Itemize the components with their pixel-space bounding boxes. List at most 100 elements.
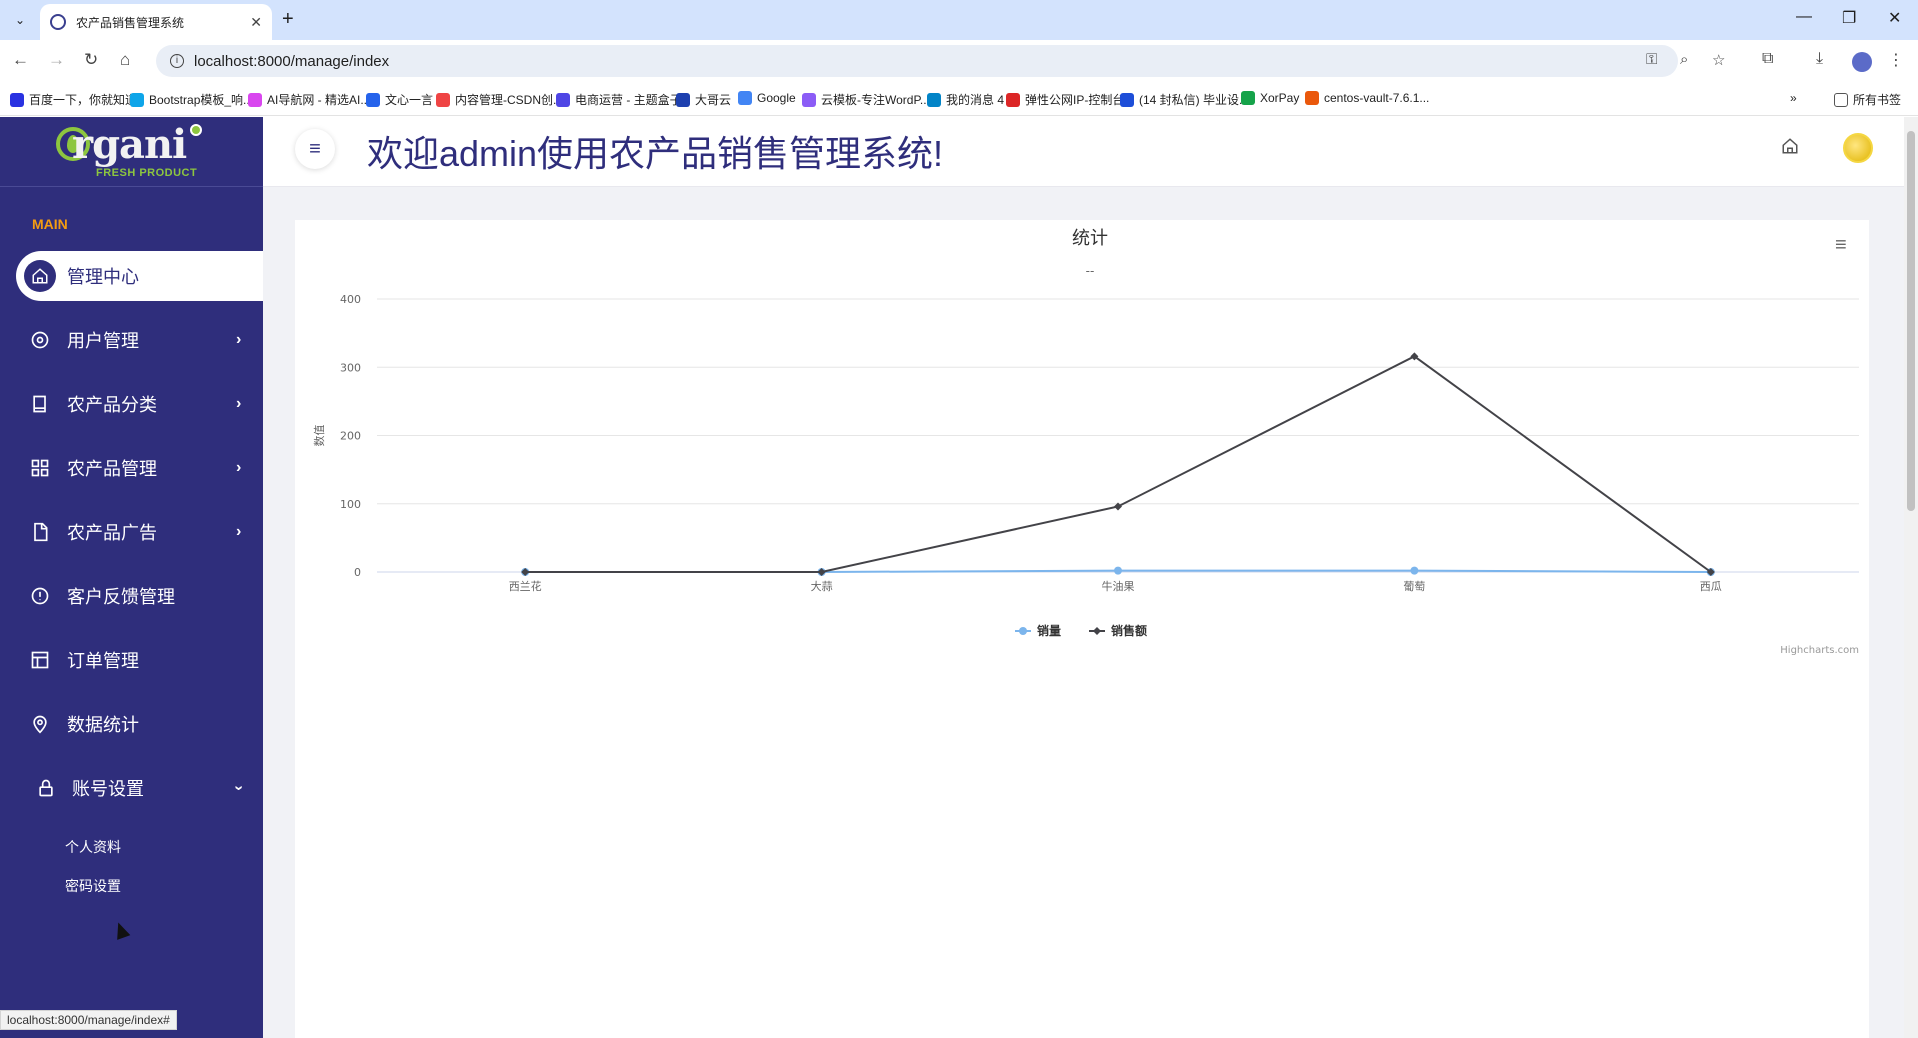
bookmark-favicon-icon	[676, 92, 690, 107]
y-tick-label: 300	[340, 361, 361, 374]
bookmark-item[interactable]: 内容管理-CSDN创...	[436, 91, 563, 108]
x-tick-label: 牛油果	[1102, 579, 1135, 593]
scrollbar-thumb[interactable]	[1907, 131, 1915, 511]
nav-item-users[interactable]: 用户管理 ›	[0, 315, 263, 365]
bookmark-favicon-icon	[248, 92, 262, 107]
reload-icon[interactable]: ↻	[84, 50, 98, 70]
home-icon[interactable]	[1781, 137, 1799, 160]
chevron-down-icon: ›	[230, 785, 248, 791]
bookmark-favicon-icon	[1120, 92, 1134, 107]
bookmark-label: 电商运营 - 主题盒子	[575, 93, 682, 107]
minimize-icon[interactable]: —	[1796, 8, 1812, 26]
bookmark-label: (14 封私信) 毕业设...	[1139, 93, 1250, 107]
bookmark-label: XorPay	[1260, 91, 1300, 105]
new-tab-button[interactable]: +	[282, 8, 294, 30]
bookmark-label: 文心一言	[385, 93, 434, 107]
nav-item-products[interactable]: 农产品管理 ›	[0, 443, 263, 493]
bookmark-item[interactable]: Bootstrap模板_响...	[130, 91, 253, 108]
zoom-icon[interactable]: ⌕	[1680, 51, 1688, 68]
bookmark-label: AI导航网 - 精选AI...	[267, 93, 371, 107]
bookmark-favicon-icon	[130, 92, 144, 107]
back-icon[interactable]: ←	[12, 50, 29, 70]
status-bar-url: localhost:8000/manage/index#	[0, 1010, 177, 1030]
profile-avatar[interactable]	[1852, 52, 1872, 72]
y-tick-label: 100	[340, 498, 361, 511]
bookmark-label: 大哥云	[695, 93, 732, 107]
logo[interactable]: rgani FRESH PRODUCT	[0, 117, 263, 187]
bookmark-item[interactable]: AI导航网 - 精选AI...	[248, 91, 370, 108]
browser-window: ⌄ 农产品销售管理系统 ✕ + — ❐ ✕ ← → ↻ ⌂ i localhos…	[0, 0, 1918, 1038]
bookmark-item[interactable]: 百度一下，你就知道	[10, 91, 137, 108]
bookmark-item[interactable]: XorPay	[1241, 91, 1299, 105]
menu-toggle-button[interactable]: ≡	[295, 129, 335, 169]
close-window-icon[interactable]: ✕	[1888, 8, 1901, 28]
tab-strip: ⌄ 农产品销售管理系统 ✕ + — ❐ ✕	[0, 0, 1918, 40]
extensions-icon[interactable]: ⧉	[1762, 50, 1773, 68]
chart-title: 统计	[1072, 228, 1108, 249]
nav-label: 客户反馈管理	[67, 587, 175, 607]
file-icon	[30, 522, 50, 542]
bookmark-label: Google	[757, 91, 796, 105]
logo-subtitle: FRESH PRODUCT	[96, 167, 198, 179]
page-viewport: rgani FRESH PRODUCT MAIN 管理中心 用户管理 › 农产品…	[0, 117, 1918, 1038]
alert-circle-icon	[30, 586, 50, 606]
nav-item-statistics[interactable]: 数据统计	[0, 699, 263, 749]
bookmark-item[interactable]: 云模板-专注WordP...	[802, 91, 930, 108]
all-bookmarks[interactable]: 所有书签	[1834, 91, 1901, 108]
browser-tab[interactable]: 农产品销售管理系统 ✕	[40, 4, 272, 40]
nav-item-dashboard[interactable]: 管理中心	[0, 251, 263, 301]
bookmark-label: Bootstrap模板_响...	[149, 93, 254, 107]
user-avatar[interactable]	[1843, 133, 1873, 163]
home-icon[interactable]: ⌂	[120, 50, 130, 70]
y-tick-label: 200	[340, 430, 361, 443]
nav-item-feedback[interactable]: 客户反馈管理	[0, 571, 263, 621]
chart-card: 统计 -- 0 100 200 300 400 数值 西兰花 大蒜 牛油果 葡萄 西瓜 销量 销售额 High…	[295, 220, 1869, 1038]
all-bookmarks-label: 所有书签	[1853, 93, 1902, 107]
chart-context-menu-icon[interactable]: ≡	[1835, 234, 1847, 257]
forward-icon[interactable]: →	[48, 50, 65, 70]
bookmark-item[interactable]: Google	[738, 91, 796, 105]
chevron-double-right-icon[interactable]: »	[1790, 91, 1797, 105]
top-header: ≡ 欢迎admin使用农产品销售管理系统!	[263, 117, 1918, 187]
more-vert-icon[interactable]: ⋮	[1888, 50, 1904, 70]
bookmark-item[interactable]: 弹性公网IP-控制台	[1006, 91, 1124, 108]
bookmark-item[interactable]: 电商运营 - 主题盒子	[556, 91, 682, 108]
bookmark-label: centos-vault-7.6.1...	[1324, 91, 1430, 105]
tab-search-button[interactable]: ⌄	[8, 8, 32, 32]
nav-item-ads[interactable]: 农产品广告 ›	[0, 507, 263, 557]
download-icon[interactable]: ⤓	[1816, 50, 1823, 68]
bookmark-favicon-icon	[1006, 92, 1020, 107]
grid-icon	[30, 458, 50, 478]
info-icon[interactable]: i	[170, 54, 184, 68]
bookmark-label: 百度一下，你就知道	[29, 93, 138, 107]
chart-subtitle: --	[1086, 264, 1095, 278]
address-bar[interactable]: i localhost:8000/manage/index	[156, 45, 1678, 77]
lock-icon	[36, 778, 56, 798]
bookmark-item[interactable]: centos-vault-7.6.1...	[1305, 91, 1429, 105]
nav-item-categories[interactable]: 农产品分类 ›	[0, 379, 263, 429]
hamburger-icon: ≡	[309, 137, 321, 160]
nav-item-account[interactable]: 账号设置 ›	[0, 763, 263, 813]
tab-title: 农产品销售管理系统	[76, 15, 185, 30]
subnav-profile[interactable]: 个人资料	[65, 837, 121, 857]
data-point	[1114, 566, 1122, 575]
section-label: MAIN	[32, 216, 68, 232]
bookmark-item[interactable]: 我的消息 4	[927, 91, 1004, 108]
legend-label: 销售额	[1111, 623, 1147, 638]
restore-icon[interactable]: ❐	[1842, 8, 1856, 28]
bookmark-favicon-icon	[1305, 91, 1319, 105]
sidebar: rgani FRESH PRODUCT MAIN 管理中心 用户管理 › 农产品…	[0, 117, 263, 1038]
key-icon[interactable]: ⚿	[1646, 51, 1657, 68]
star-icon[interactable]: ☆	[1712, 51, 1725, 69]
nav-item-orders[interactable]: 订单管理	[0, 635, 263, 685]
bookmark-item[interactable]: 大哥云	[676, 91, 731, 108]
page-title: 欢迎admin使用农产品销售管理系统!	[367, 133, 944, 174]
bookmark-item[interactable]: 文心一言	[366, 91, 433, 108]
browser-toolbar: ← → ↻ ⌂ i localhost:8000/manage/index ⚿ …	[0, 40, 1918, 82]
bookmark-item[interactable]: (14 封私信) 毕业设...	[1120, 91, 1249, 108]
vertical-scrollbar[interactable]	[1904, 117, 1918, 1038]
nav-label: 账号设置	[72, 779, 144, 799]
nav-label: 订单管理	[67, 651, 139, 671]
close-tab-icon[interactable]: ✕	[250, 14, 262, 31]
subnav-password[interactable]: 密码设置	[65, 876, 121, 896]
